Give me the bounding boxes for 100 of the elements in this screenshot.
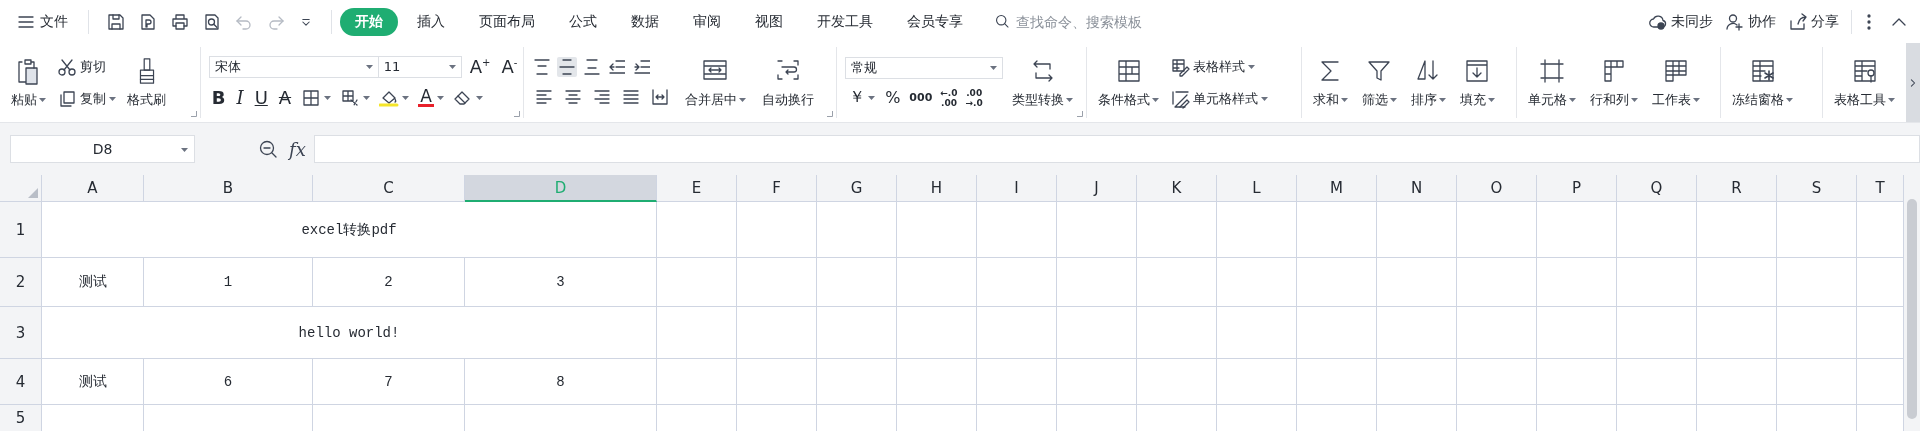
row-header[interactable]: 4 — [0, 359, 42, 405]
table-style-button[interactable]: 表格样式 — [1168, 54, 1271, 79]
decrease-decimal-button[interactable]: .00 →.0 — [962, 87, 986, 108]
ribbon-tab[interactable]: 视图 — [740, 7, 798, 36]
wrap-text-button[interactable]: 自动换行 — [758, 54, 817, 111]
copy-icon — [57, 88, 77, 109]
table-brush-icon — [1170, 56, 1191, 77]
cut-button[interactable]: 剪切 — [55, 54, 118, 79]
cell-style-button[interactable]: 单元格样式 — [1168, 86, 1271, 111]
sum-button[interactable]: 求和 — [1309, 54, 1351, 111]
column-header[interactable]: L — [1217, 175, 1297, 202]
table-cell: 测试 — [42, 359, 144, 405]
name-box[interactable]: D8 — [10, 135, 195, 163]
sync-status-button[interactable]: 未同步 — [1648, 11, 1713, 32]
font-size-dropdown[interactable]: 11 — [377, 55, 462, 78]
ribbon-tab[interactable]: 审阅 — [678, 7, 736, 36]
table-tools-button[interactable]: 表格工具 — [1831, 54, 1899, 111]
ribbon-tab[interactable]: 公式 — [554, 7, 612, 36]
column-header[interactable]: T — [1857, 175, 1904, 202]
caret-icon — [1568, 97, 1576, 102]
sort-button[interactable]: 排序 — [1407, 54, 1449, 111]
table-cell: 2 — [313, 258, 465, 307]
formula-input[interactable] — [313, 135, 1920, 163]
person-icon — [1725, 11, 1745, 32]
insert-function-button[interactable]: fx — [289, 138, 306, 160]
decrease-font-button[interactable]: A$^{-}$ — [498, 56, 521, 77]
row-header[interactable]: 3 — [0, 307, 42, 359]
worksheet-button[interactable]: 工作表 — [1648, 54, 1703, 111]
column-header[interactable]: H — [897, 175, 977, 202]
percent-button[interactable]: % — [881, 88, 905, 107]
column-header[interactable]: J — [1057, 175, 1137, 202]
cell-button[interactable]: 单元格 — [1524, 54, 1579, 111]
column-header[interactable]: S — [1777, 175, 1857, 202]
table-cell: 8 — [465, 359, 657, 405]
row-header[interactable]: 1 — [0, 202, 42, 258]
cell-brush-icon — [1170, 88, 1191, 109]
column-header[interactable]: Q — [1617, 175, 1697, 202]
ribbon-tab[interactable]: 数据 — [616, 7, 674, 36]
row-header[interactable]: 2 — [0, 258, 42, 307]
merge-center-button[interactable]: 合并居中 — [681, 54, 749, 111]
ribbon-tab[interactable]: 会员专享 — [892, 7, 978, 36]
caret-icon — [1248, 64, 1256, 69]
strikethrough-button[interactable]: A — [275, 87, 295, 108]
share-icon — [1788, 11, 1808, 32]
borders-icon — [301, 87, 322, 108]
column-header[interactable]: B — [144, 175, 313, 202]
column-header[interactable]: E — [657, 175, 737, 202]
caret-icon — [990, 66, 998, 70]
copy-button[interactable]: 复制 — [55, 86, 118, 111]
column-header[interactable]: N — [1377, 175, 1457, 202]
format-painter-button[interactable]: 格式刷 — [124, 54, 169, 111]
rows-columns-button[interactable]: 行和列 — [1586, 54, 1641, 111]
increase-decimal-button[interactable]: ←.0 .00 — [937, 87, 961, 108]
align-icon — [633, 58, 650, 75]
column-header[interactable]: O — [1457, 175, 1537, 202]
italic-button[interactable]: I — [233, 87, 247, 108]
column-header[interactable]: G — [817, 175, 897, 202]
increase-font-button[interactable]: A$^{+}$ — [466, 56, 494, 77]
printer-icon — [170, 11, 190, 32]
paste-button[interactable]: 粘贴 — [8, 54, 49, 111]
thousands-separator-button[interactable]: 000 — [906, 92, 936, 103]
type-convert-button[interactable]: 类型转换 — [1009, 54, 1077, 111]
table-cell: 7 — [313, 359, 465, 405]
font-name-dropdown[interactable]: 宋体 — [208, 55, 379, 78]
merged-cell: hello world! — [42, 307, 657, 359]
collaborate-button[interactable]: 协作 — [1725, 11, 1776, 32]
table-cell: 6 — [144, 359, 313, 405]
ribbon-tab[interactable]: 插入 — [402, 7, 460, 36]
currency-button[interactable]: ￥ — [845, 87, 880, 108]
caret-icon — [1152, 97, 1160, 102]
column-header[interactable]: I — [977, 175, 1057, 202]
search-field[interactable]: 查找命令、搜索模板 — [994, 12, 1218, 31]
share-button[interactable]: 分享 — [1788, 11, 1839, 32]
fill-button[interactable]: 填充 — [1456, 54, 1498, 111]
caret-icon — [1066, 97, 1074, 102]
column-header[interactable]: R — [1697, 175, 1777, 202]
underline-button[interactable]: U — [251, 87, 271, 108]
conditional-format-button[interactable]: 条件格式 — [1095, 54, 1163, 111]
bold-button[interactable]: B — [208, 87, 229, 108]
column-header[interactable]: P — [1537, 175, 1617, 202]
column-header[interactable]: C — [313, 175, 465, 202]
row-header[interactable]: 5 — [0, 405, 42, 431]
dialog-launcher-icon — [513, 111, 520, 117]
column-header[interactable]: F — [737, 175, 817, 202]
dialog-launcher-icon — [190, 111, 197, 117]
align-middle-button[interactable] — [556, 56, 577, 77]
column-header[interactable]: M — [1297, 175, 1377, 202]
magnifier-icon — [258, 139, 278, 159]
file-menu-button[interactable]: 文件 — [10, 7, 74, 36]
caret-icon — [1487, 97, 1495, 102]
column-header[interactable]: K — [1137, 175, 1217, 202]
column-header[interactable]: A — [42, 175, 144, 202]
font-color-button[interactable]: A — [416, 86, 447, 109]
scrollbar-thumb[interactable] — [1907, 199, 1917, 419]
caret-icon — [476, 95, 484, 100]
ribbon-tab[interactable]: 页面布局 — [464, 7, 550, 36]
freeze-panes-button[interactable]: 冻结窗格 — [1729, 54, 1797, 111]
number-format-dropdown[interactable]: 常规 — [845, 57, 1004, 79]
filter-button[interactable]: 筛选 — [1358, 54, 1400, 111]
ribbon-tab[interactable]: 开发工具 — [802, 7, 888, 36]
